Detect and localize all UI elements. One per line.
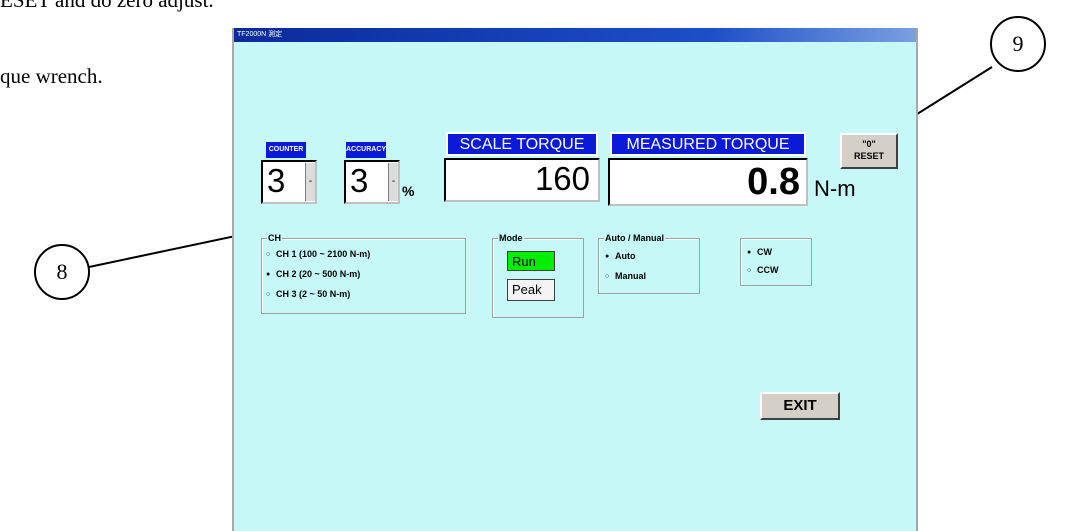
callout-8: 8 xyxy=(34,244,90,300)
window-titlebar: TF2000N 測定 xyxy=(234,28,916,42)
scale-torque-field[interactable]: 160 xyxy=(444,158,600,202)
counter-value: 3 xyxy=(267,162,286,199)
ch3-radio-label: CH 3 (2 ~ 50 N-m) xyxy=(276,289,351,299)
direction-group: ● CW ○ CCW xyxy=(740,238,812,286)
auto-manual-group: Auto / Manual ● Auto ○ Manual xyxy=(598,232,700,294)
auto-radio-label: Auto xyxy=(615,251,636,261)
ch2-radio[interactable]: ● CH 2 (20 ~ 500 N-m) xyxy=(266,269,360,279)
ch2-radio-dot: ● xyxy=(266,270,271,278)
measurement-window: TF2000N 測定 COUNTER 3 - ACCURACY 3 - % SC… xyxy=(232,28,918,531)
ch1-radio[interactable]: ○ CH 1 (100 ~ 2100 N-m) xyxy=(266,249,370,259)
manual-radio[interactable]: ○ Manual xyxy=(605,271,646,281)
manual-radio-dot: ○ xyxy=(605,272,610,280)
zero-reset-line1: "0" xyxy=(862,139,876,149)
measured-torque-display: 0.8 xyxy=(608,158,808,206)
callout-9: 9 xyxy=(990,16,1046,72)
ch-group-title: CH xyxy=(267,232,282,244)
ccw-radio[interactable]: ○ CCW xyxy=(747,265,779,275)
mode-run-indicator[interactable]: Run xyxy=(507,251,555,271)
ch1-radio-dot: ○ xyxy=(266,250,271,258)
accuracy-dropdown-arrow[interactable]: - xyxy=(388,163,398,201)
cw-radio-dot: ● xyxy=(747,248,752,256)
ch3-radio-dot: ○ xyxy=(266,290,271,298)
accuracy-unit: % xyxy=(402,183,415,199)
exit-button[interactable]: EXIT xyxy=(760,392,840,420)
measured-torque-unit: N-m xyxy=(814,176,856,201)
ch3-radio[interactable]: ○ CH 3 (2 ~ 50 N-m) xyxy=(266,289,350,299)
scale-torque-label: SCALE TORQUE xyxy=(446,132,598,156)
accuracy-value: 3 xyxy=(350,162,369,199)
auto-radio[interactable]: ● Auto xyxy=(605,251,636,261)
auto-radio-dot: ● xyxy=(605,252,610,260)
manual-radio-label: Manual xyxy=(615,271,647,281)
zero-reset-line2: RESET xyxy=(853,151,884,161)
ccw-radio-label: CCW xyxy=(757,265,779,275)
counter-dropdown-arrow[interactable]: - xyxy=(305,163,315,201)
cw-radio[interactable]: ● CW xyxy=(747,247,772,257)
ccw-radio-dot: ○ xyxy=(747,266,752,274)
auto-manual-group-title: Auto / Manual xyxy=(604,232,665,244)
ch1-radio-label: CH 1 (100 ~ 2100 N-m) xyxy=(276,249,371,259)
scale-torque-value: 160 xyxy=(534,160,590,197)
measured-torque-value: 0.8 xyxy=(747,161,800,203)
counter-label: COUNTER xyxy=(266,142,306,158)
accuracy-label: ACCURACY xyxy=(346,142,386,158)
mode-group-title: Mode xyxy=(498,232,524,244)
ch2-radio-label: CH 2 (20 ~ 500 N-m) xyxy=(276,269,361,279)
ch-group: CH ○ CH 1 (100 ~ 2100 N-m) ● CH 2 (20 ~ 50… xyxy=(261,232,466,314)
mode-peak-indicator[interactable]: Peak xyxy=(507,279,555,301)
mode-group: Mode Run Peak xyxy=(492,232,584,318)
cw-radio-label: CW xyxy=(757,247,772,257)
zero-reset-button[interactable]: "0" RESET xyxy=(840,133,898,169)
measured-torque-label: MEASURED TORQUE xyxy=(610,132,806,156)
